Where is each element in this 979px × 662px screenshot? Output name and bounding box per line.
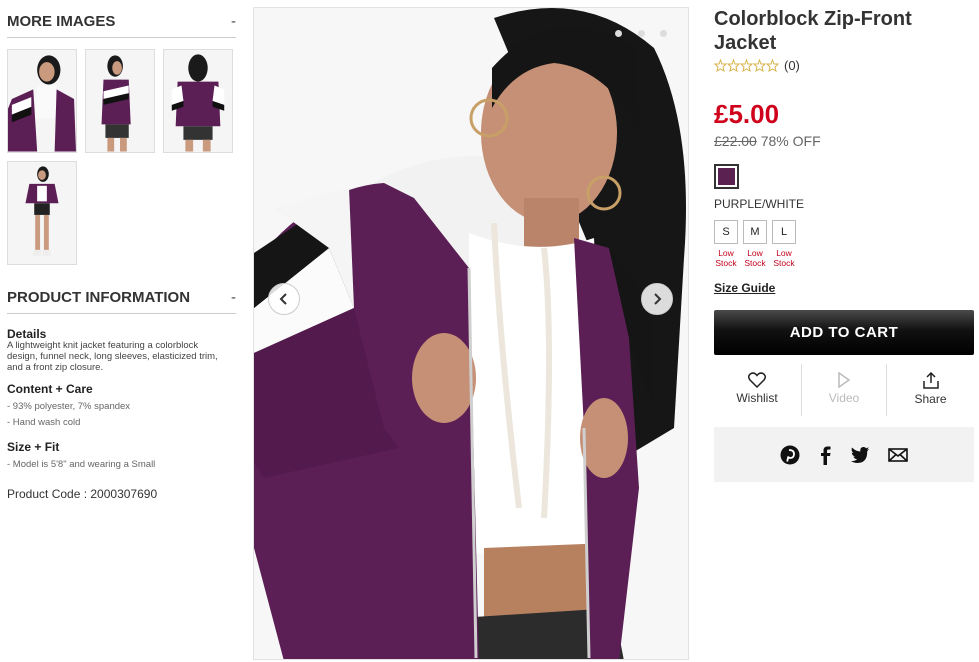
product-title-line: Colorblock Zip-Front — [714, 8, 912, 30]
rating-count: (0) — [784, 58, 800, 73]
discount-label: 78% OFF — [760, 133, 821, 149]
star-rating-icon — [714, 58, 780, 72]
model-image — [254, 8, 688, 659]
next-image-button[interactable] — [641, 283, 673, 315]
swatch-fill — [718, 168, 735, 185]
share-icon — [922, 372, 939, 389]
carousel-dot[interactable] — [638, 30, 645, 37]
size-guide-link[interactable]: Size Guide — [714, 281, 775, 295]
social-share-bar — [714, 427, 974, 482]
more-images-header[interactable]: MORE IMAGES - — [7, 13, 236, 30]
thumbnail-full[interactable] — [7, 161, 77, 265]
add-to-cart-label: ADD TO CART — [789, 324, 899, 341]
stock-status: Low Stock — [744, 248, 766, 268]
model-back-image — [164, 50, 232, 152]
pinterest-icon[interactable] — [780, 445, 800, 465]
email-icon[interactable] — [888, 447, 908, 462]
thumbnail-back[interactable] — [163, 49, 233, 153]
details-label: Details — [7, 327, 47, 341]
care-item: - Hand wash cold — [7, 417, 81, 428]
sale-price: £5.00 — [714, 99, 780, 129]
rating[interactable]: (0) — [714, 58, 800, 73]
more-images-title: MORE IMAGES — [7, 13, 116, 30]
fit-label: Size + Fit — [7, 440, 60, 454]
thumbnail-front[interactable] — [7, 49, 77, 153]
product-title: Colorblock Zip-Front Jacket — [714, 7, 912, 55]
product-code: Product Code : 2000307690 — [7, 487, 158, 501]
carousel-dot[interactable] — [660, 30, 667, 37]
model-side-image — [86, 50, 154, 152]
video-button[interactable]: Video — [802, 364, 886, 416]
collapse-toggle[interactable]: - — [231, 13, 236, 30]
details-text: design, funnel neck, long sleeves, elast… — [7, 351, 218, 362]
share-button[interactable]: Share — [887, 364, 974, 416]
model-front-image — [8, 50, 76, 152]
prev-image-button[interactable] — [268, 283, 300, 315]
size-option-s[interactable]: S — [714, 220, 738, 244]
color-swatch[interactable] — [714, 164, 739, 189]
details-text: and a front zip closure. — [7, 362, 104, 373]
wishlist-label: Wishlist — [736, 391, 778, 405]
share-label: Share — [914, 392, 947, 406]
details-text: A lightweight knit jacket featuring a co… — [7, 340, 199, 351]
video-label: Video — [828, 391, 860, 405]
stock-status: Low Stock — [773, 248, 795, 268]
facebook-icon[interactable] — [818, 445, 832, 465]
main-product-image[interactable] — [253, 7, 689, 660]
heart-icon — [748, 372, 766, 388]
divider — [7, 313, 236, 314]
color-name: PURPLE/WHITE — [714, 197, 805, 211]
care-item: - 93% polyester, 7% spandex — [7, 401, 131, 412]
model-full-image — [8, 162, 76, 264]
original-price: £22.00 — [714, 133, 757, 149]
size-option-l[interactable]: L — [772, 220, 796, 244]
thumbnail-side[interactable] — [85, 49, 155, 153]
stock-status: Low Stock — [715, 248, 737, 268]
play-icon — [838, 372, 851, 388]
add-to-cart-button[interactable]: ADD TO CART — [714, 310, 974, 355]
product-info-header[interactable]: PRODUCT INFORMATION - — [7, 289, 236, 306]
price-info: £22.00 78% OFF — [714, 133, 821, 149]
care-label: Content + Care — [7, 382, 93, 396]
carousel-dot[interactable] — [615, 30, 622, 37]
chevron-left-icon — [279, 293, 287, 305]
size-option-m[interactable]: M — [743, 220, 767, 244]
divider — [7, 37, 236, 38]
wishlist-button[interactable]: Wishlist — [714, 364, 800, 416]
product-info-title: PRODUCT INFORMATION — [7, 289, 191, 306]
product-title-line: Jacket — [714, 32, 777, 54]
chevron-right-icon — [654, 293, 662, 305]
fit-item: - Model is 5'8" and wearing a Small — [7, 459, 156, 470]
twitter-icon[interactable] — [850, 446, 870, 464]
collapse-toggle[interactable]: - — [231, 289, 236, 306]
